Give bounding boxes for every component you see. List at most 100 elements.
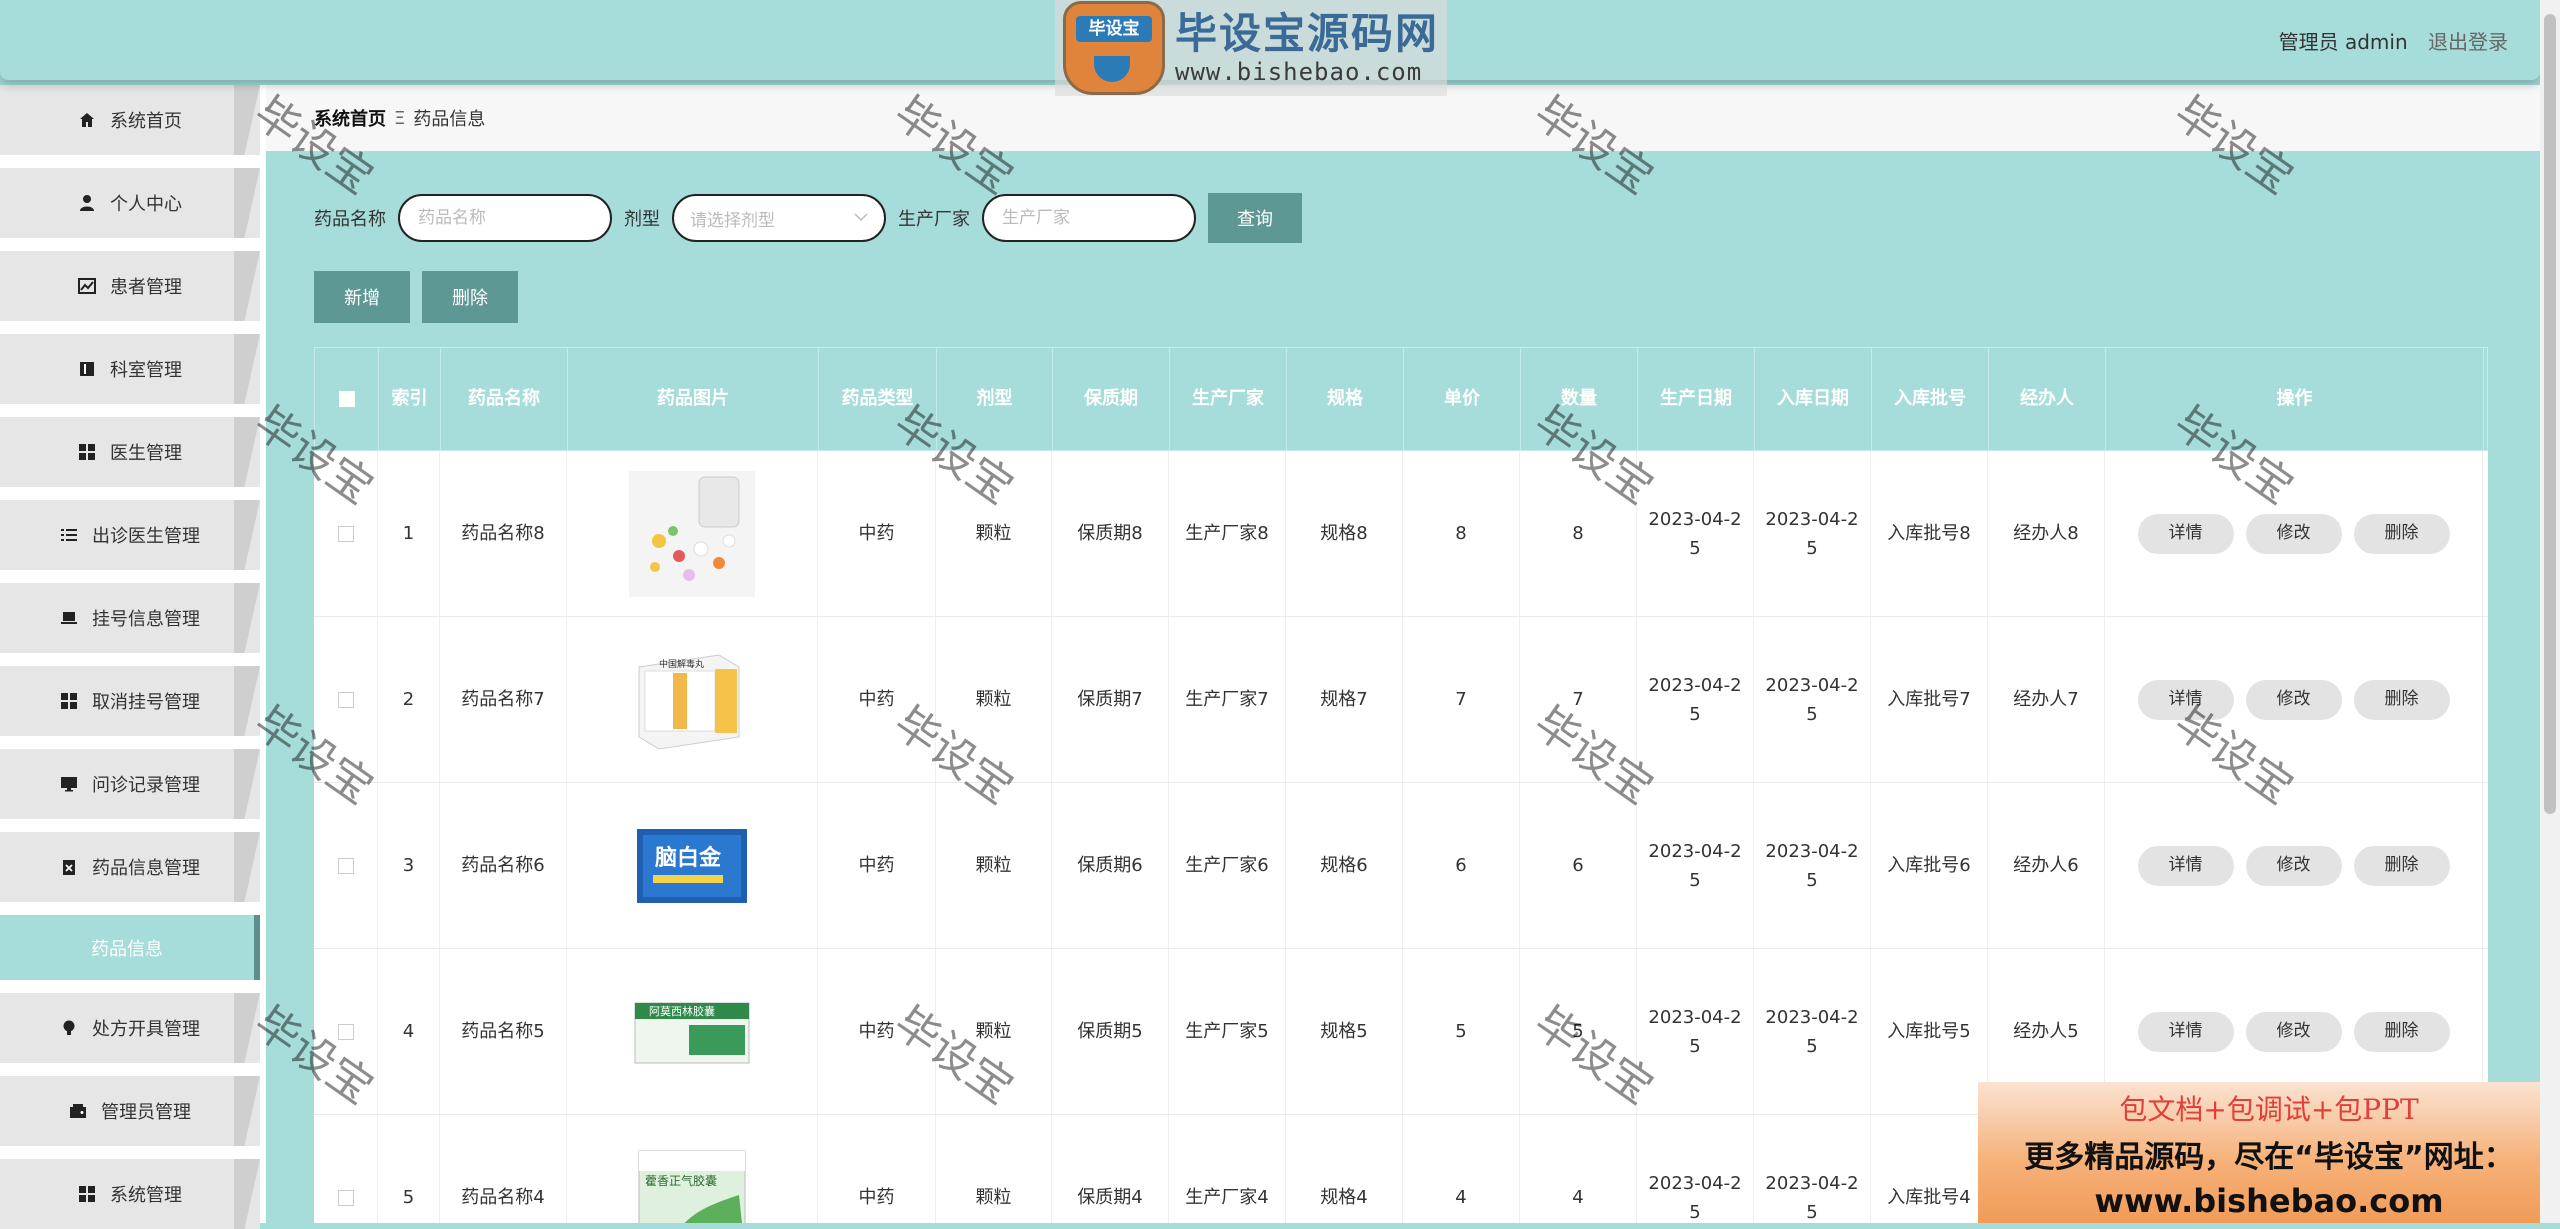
drug-image[interactable]: 中国解毒丸	[629, 636, 755, 763]
cell-dosage-form: 颗粒	[936, 949, 1052, 1114]
column-header[interactable]: 药品名称	[441, 348, 568, 450]
column-header[interactable]: 经办人	[1989, 348, 2106, 450]
cell-price-text: 6	[1455, 855, 1467, 876]
row-checkbox[interactable]	[337, 1189, 354, 1206]
drug-image[interactable]: 藿香正气胶囊	[629, 1134, 755, 1223]
sidebar-item[interactable]: 系统首页	[0, 85, 260, 155]
cell-batch-no-text: 入库批号8	[1887, 523, 1971, 544]
sidebar-item[interactable]: 挂号信息管理	[0, 583, 260, 653]
cell-in-date-text: 2023-04-25	[1765, 840, 1859, 891]
table-row[interactable]: 2 药品名称7 中国解毒丸 中药 颗粒 保质期7 生产厂家7 规格7 7 7 2023-04-25 2…	[314, 617, 2488, 783]
column-header[interactable]: 药品类型	[819, 348, 937, 450]
cell-drug-type: 中药	[818, 783, 936, 948]
edit-button[interactable]: 修改	[2245, 845, 2342, 886]
cell-manufacturer: 生产厂家7	[1169, 617, 1286, 782]
breadcrumb-home[interactable]: 系统首页	[314, 105, 386, 131]
cell-dosage-form: 颗粒	[936, 617, 1052, 782]
sidebar-item[interactable]: 患者管理	[0, 251, 260, 321]
column-header[interactable]: 数量	[1521, 348, 1638, 450]
sidebar-item[interactable]: 药品信息管理	[0, 832, 260, 902]
delete-button[interactable]: 删除	[2353, 679, 2450, 720]
column-header[interactable]: 规格	[1287, 348, 1404, 450]
table-row[interactable]: 3 药品名称6 脑白金 中药 颗粒 保质期6 生产厂家6 规格6 6 6 2023-04-25 202…	[314, 783, 2488, 949]
column-header[interactable]: 保质期	[1053, 348, 1170, 450]
edit-button[interactable]: 修改	[2245, 1011, 2342, 1052]
detail-button[interactable]: 详情	[2137, 845, 2234, 886]
delete-button[interactable]: 删除	[2353, 1011, 2450, 1052]
row-checkbox-cell	[314, 1115, 378, 1223]
sidebar-item-label: 出诊医生管理	[92, 526, 200, 547]
cell-quantity-text: 5	[1572, 1021, 1584, 1042]
column-header[interactable]: 生产厂家	[1170, 348, 1287, 450]
logo-title: 毕设宝源码网	[1175, 9, 1440, 58]
promo-banner[interactable]: 包文档+包调试+包PPT 更多精品源码，尽在“毕设宝”网址： www.bishe…	[1978, 1082, 2560, 1223]
sidebar-item[interactable]: 出诊医生管理	[0, 500, 260, 570]
cell-in-date-text: 2023-04-25	[1765, 508, 1859, 559]
sidebar-item[interactable]: 系统管理	[0, 1159, 260, 1229]
sidebar-item[interactable]: 个人中心	[0, 168, 260, 238]
add-button[interactable]: 新增	[314, 271, 410, 323]
edit-button[interactable]: 修改	[2245, 513, 2342, 554]
select-all-checkbox[interactable]	[338, 391, 355, 407]
cell-batch-no-text: 入库批号4	[1887, 1187, 1971, 1208]
cell-shelf-life: 保质期6	[1052, 783, 1169, 948]
grid-icon	[78, 443, 96, 461]
sidebar-item-label: 问诊记录管理	[92, 775, 200, 796]
scrollbar-thumb[interactable]	[2544, 14, 2556, 814]
sidebar-item[interactable]: 取消挂号管理	[0, 666, 260, 736]
cell-batch-no: 入库批号7	[1871, 617, 1988, 782]
cell-spec-text: 规格8	[1320, 523, 1368, 544]
logout-link[interactable]: 退出登录	[2428, 30, 2508, 54]
column-header-label: 索引	[391, 388, 428, 409]
column-header[interactable]: 入库日期	[1755, 348, 1872, 450]
delete-button[interactable]: 删除	[2353, 845, 2450, 886]
cell-dosage-form-text: 颗粒	[975, 1187, 1012, 1208]
detail-button[interactable]: 详情	[2137, 1011, 2234, 1052]
cell-price: 6	[1403, 783, 1520, 948]
column-header[interactable]: 单价	[1404, 348, 1521, 450]
cell-prod-date-text: 2023-04-25	[1648, 508, 1742, 559]
table-row[interactable]: 1 药品名称8 中药 颗粒 保质期8 生产厂家8 规格8 8 8 2023-04-25 2023-0…	[314, 451, 2488, 617]
delete-button[interactable]: 删除	[2353, 513, 2450, 554]
row-checkbox[interactable]	[337, 1023, 354, 1040]
list-icon	[60, 526, 78, 544]
column-header[interactable]: 生产日期	[1638, 348, 1755, 450]
sidebar-item-label: 挂号信息管理	[92, 609, 200, 630]
maker-input[interactable]	[1000, 207, 1178, 229]
logo-badge: 毕设宝	[1063, 1, 1165, 95]
sidebar-subitem-drug-info[interactable]: 药品信息	[0, 915, 260, 980]
query-button[interactable]: 查询	[1208, 193, 1302, 243]
cell-in-date: 2023-04-25	[1754, 783, 1871, 948]
column-header-label: 药品类型	[841, 388, 914, 409]
cell-dosage-form: 颗粒	[936, 783, 1052, 948]
sidebar-item[interactable]: 处方开具管理	[0, 993, 260, 1063]
sidebar-item-label: 取消挂号管理	[92, 692, 200, 713]
sidebar-item[interactable]: 医生管理	[0, 417, 260, 487]
cell-manufacturer-text: 生产厂家7	[1185, 689, 1269, 710]
sidebar-item[interactable]: 问诊记录管理	[0, 749, 260, 819]
drug-image[interactable]: 脑白金	[629, 802, 755, 929]
column-header[interactable]: 药品图片	[568, 348, 819, 450]
form-label: 剂型	[624, 209, 660, 230]
column-header[interactable]: 入库批号	[1872, 348, 1989, 450]
cell-drug-type: 中药	[818, 617, 936, 782]
page-scrollbar[interactable]	[2540, 0, 2560, 1223]
svg-text:中国解毒丸: 中国解毒丸	[659, 658, 704, 670]
batch-delete-button[interactable]: 删除	[422, 271, 518, 323]
sidebar-item[interactable]: 管理员管理	[0, 1076, 260, 1146]
cell-shelf-life: 保质期8	[1052, 451, 1169, 616]
detail-button[interactable]: 详情	[2137, 679, 2234, 720]
edit-button[interactable]: 修改	[2245, 679, 2342, 720]
name-input[interactable]	[416, 207, 594, 229]
svg-text:脑白金: 脑白金	[655, 845, 722, 871]
row-checkbox[interactable]	[337, 525, 354, 542]
row-checkbox[interactable]	[337, 691, 354, 708]
column-header[interactable]: 剂型	[937, 348, 1053, 450]
form-select[interactable]: 请选择剂型	[672, 194, 886, 242]
cell-drug-name: 药品名称5	[440, 949, 567, 1114]
sidebar-item[interactable]: 科室管理	[0, 334, 260, 404]
detail-button[interactable]: 详情	[2137, 513, 2234, 554]
row-checkbox[interactable]	[337, 857, 354, 874]
drug-image[interactable]	[629, 470, 755, 597]
drug-image[interactable]: 阿莫西林胶囊	[629, 968, 755, 1095]
